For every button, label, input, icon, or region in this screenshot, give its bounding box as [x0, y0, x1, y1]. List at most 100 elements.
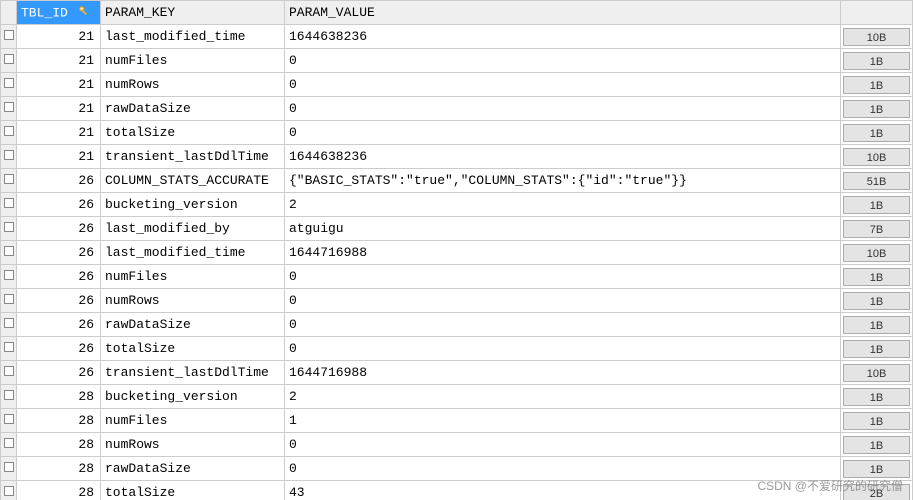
column-header-param-key[interactable]: PARAM_KEY [101, 1, 285, 25]
cell-param-value[interactable]: 43 [285, 481, 841, 500]
row-marker-cell[interactable] [1, 169, 17, 193]
cell-tbl-id[interactable]: 26 [17, 193, 101, 217]
row-marker-cell[interactable] [1, 121, 17, 145]
cell-param-value[interactable]: 0 [285, 49, 841, 73]
cell-param-value[interactable]: 0 [285, 457, 841, 481]
cell-tbl-id[interactable]: 26 [17, 337, 101, 361]
row-marker-cell[interactable] [1, 481, 17, 500]
row-marker-cell[interactable] [1, 337, 17, 361]
cell-tbl-id[interactable]: 28 [17, 433, 101, 457]
cell-tbl-id[interactable]: 28 [17, 385, 101, 409]
table-row[interactable]: 21numRows01B [1, 73, 913, 97]
cell-param-key[interactable]: totalSize [101, 337, 285, 361]
row-marker-cell[interactable] [1, 25, 17, 49]
size-button[interactable]: 10B [843, 148, 910, 166]
row-marker-cell[interactable] [1, 217, 17, 241]
cell-tbl-id[interactable]: 28 [17, 481, 101, 500]
cell-param-key[interactable]: bucketing_version [101, 193, 285, 217]
table-row[interactable]: 26transient_lastDdlTime164471698810B [1, 361, 913, 385]
cell-param-value[interactable]: atguigu [285, 217, 841, 241]
column-header-param-value[interactable]: PARAM_VALUE [285, 1, 841, 25]
row-marker-cell[interactable] [1, 241, 17, 265]
cell-tbl-id[interactable]: 28 [17, 457, 101, 481]
size-button[interactable]: 51B [843, 172, 910, 190]
size-button[interactable]: 10B [843, 244, 910, 262]
cell-param-key[interactable]: numRows [101, 289, 285, 313]
cell-param-key[interactable]: numFiles [101, 409, 285, 433]
cell-param-key[interactable]: rawDataSize [101, 313, 285, 337]
row-marker-cell[interactable] [1, 97, 17, 121]
column-header-tbl-id[interactable]: TBL_ID [17, 1, 101, 25]
cell-param-value[interactable]: 0 [285, 265, 841, 289]
cell-param-key[interactable]: rawDataSize [101, 97, 285, 121]
cell-param-value[interactable]: 0 [285, 337, 841, 361]
table-row[interactable]: 26rawDataSize01B [1, 313, 913, 337]
size-button[interactable]: 1B [843, 292, 910, 310]
cell-tbl-id[interactable]: 28 [17, 409, 101, 433]
row-marker-cell[interactable] [1, 457, 17, 481]
table-row[interactable]: 28numFiles11B [1, 409, 913, 433]
size-button[interactable]: 1B [843, 340, 910, 358]
cell-param-value[interactable]: 2 [285, 193, 841, 217]
cell-param-value[interactable]: 1644638236 [285, 25, 841, 49]
cell-param-key[interactable]: transient_lastDdlTime [101, 145, 285, 169]
cell-tbl-id[interactable]: 26 [17, 361, 101, 385]
row-marker-cell[interactable] [1, 433, 17, 457]
cell-tbl-id[interactable]: 26 [17, 217, 101, 241]
size-button[interactable]: 1B [843, 436, 910, 454]
cell-param-key[interactable]: last_modified_time [101, 241, 285, 265]
size-button[interactable]: 1B [843, 388, 910, 406]
size-button[interactable]: 1B [843, 412, 910, 430]
cell-param-value[interactable]: 2 [285, 385, 841, 409]
cell-param-key[interactable]: last_modified_time [101, 25, 285, 49]
cell-param-key[interactable]: numFiles [101, 49, 285, 73]
size-button[interactable]: 1B [843, 316, 910, 334]
row-marker-cell[interactable] [1, 193, 17, 217]
size-button[interactable]: 7B [843, 220, 910, 238]
cell-param-value[interactable]: 1644716988 [285, 241, 841, 265]
cell-param-value[interactable]: 0 [285, 121, 841, 145]
cell-param-key[interactable]: totalSize [101, 481, 285, 500]
row-marker-cell[interactable] [1, 145, 17, 169]
cell-tbl-id[interactable]: 21 [17, 97, 101, 121]
size-button[interactable]: 1B [843, 196, 910, 214]
table-row[interactable]: 28numRows01B [1, 433, 913, 457]
cell-param-value[interactable]: 0 [285, 433, 841, 457]
cell-param-value[interactable]: 0 [285, 289, 841, 313]
table-row[interactable]: 21last_modified_time164463823610B [1, 25, 913, 49]
cell-tbl-id[interactable]: 26 [17, 289, 101, 313]
cell-param-key[interactable]: rawDataSize [101, 457, 285, 481]
size-button[interactable]: 1B [843, 76, 910, 94]
cell-param-key[interactable]: transient_lastDdlTime [101, 361, 285, 385]
table-row[interactable]: 21transient_lastDdlTime164463823610B [1, 145, 913, 169]
header-checkbox-col[interactable] [1, 1, 17, 25]
size-button[interactable]: 1B [843, 52, 910, 70]
cell-param-value[interactable]: 1644638236 [285, 145, 841, 169]
table-container[interactable]: TBL_ID PARAM_KEY PARAM_VALUE [0, 0, 913, 500]
row-marker-cell[interactable] [1, 265, 17, 289]
table-row[interactable]: 28bucketing_version21B [1, 385, 913, 409]
cell-param-key[interactable]: numRows [101, 73, 285, 97]
cell-tbl-id[interactable]: 21 [17, 25, 101, 49]
cell-param-value[interactable]: 1644716988 [285, 361, 841, 385]
table-row[interactable]: 21numFiles01B [1, 49, 913, 73]
cell-param-key[interactable]: bucketing_version [101, 385, 285, 409]
table-row[interactable]: 21totalSize01B [1, 121, 913, 145]
cell-tbl-id[interactable]: 21 [17, 73, 101, 97]
table-row[interactable]: 26last_modified_time164471698810B [1, 241, 913, 265]
table-row[interactable]: 21rawDataSize01B [1, 97, 913, 121]
size-button[interactable]: 1B [843, 268, 910, 286]
cell-param-key[interactable]: numFiles [101, 265, 285, 289]
table-row[interactable]: 28rawDataSize01B [1, 457, 913, 481]
cell-param-value[interactable]: {"BASIC_STATS":"true","COLUMN_STATS":{"i… [285, 169, 841, 193]
cell-tbl-id[interactable]: 26 [17, 265, 101, 289]
cell-tbl-id[interactable]: 21 [17, 49, 101, 73]
table-row[interactable]: 26numFiles01B [1, 265, 913, 289]
size-button[interactable]: 1B [843, 460, 910, 478]
table-row[interactable]: 26last_modified_byatguigu7B [1, 217, 913, 241]
cell-param-key[interactable]: totalSize [101, 121, 285, 145]
size-button[interactable]: 1B [843, 124, 910, 142]
table-row[interactable]: 28totalSize432B [1, 481, 913, 500]
row-marker-cell[interactable] [1, 289, 17, 313]
cell-param-key[interactable]: last_modified_by [101, 217, 285, 241]
